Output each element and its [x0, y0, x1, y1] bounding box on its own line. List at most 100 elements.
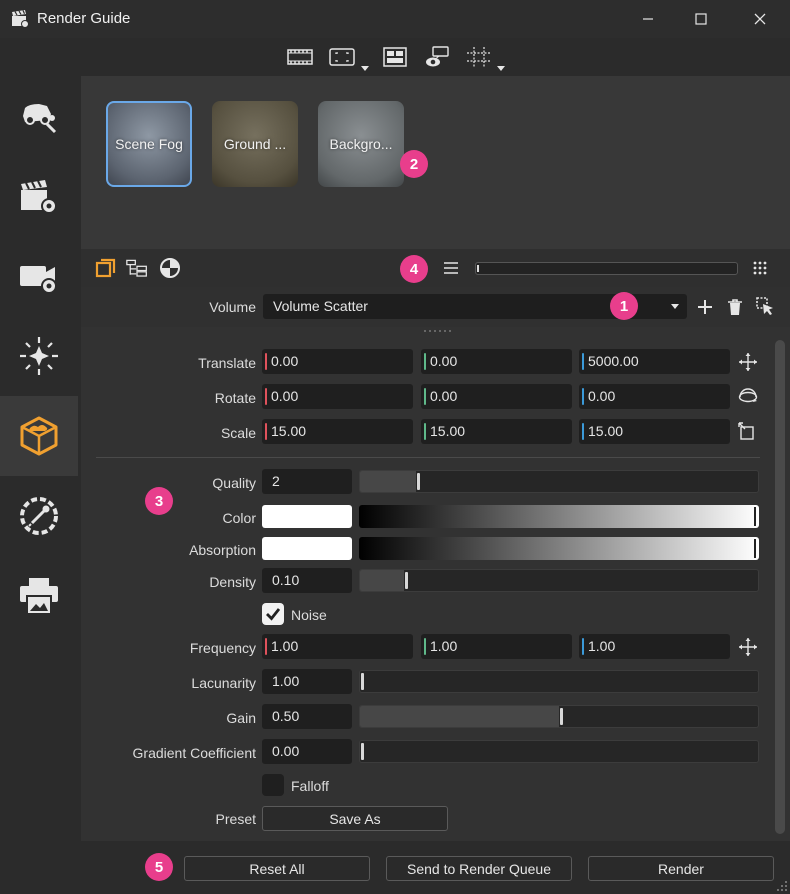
translate-y-field[interactable]: 0.00: [421, 349, 572, 374]
falloff-checkbox[interactable]: [262, 774, 284, 796]
grid-view-button[interactable]: [749, 257, 771, 279]
slider-handle[interactable]: [754, 507, 756, 526]
quality-slider[interactable]: [359, 470, 759, 493]
send-to-render-queue-button[interactable]: Send to Render Queue: [386, 856, 572, 881]
absorption-gradient-slider[interactable]: [359, 537, 759, 560]
gain-label: Gain: [226, 710, 256, 726]
move-arrows-icon: [739, 638, 757, 656]
maximize-button[interactable]: [678, 4, 724, 34]
density-slider[interactable]: [359, 569, 759, 592]
lacunarity-slider[interactable]: [359, 670, 759, 693]
annotation-badge-2: 2: [400, 150, 428, 178]
gain-slider[interactable]: [359, 705, 759, 728]
translate-z-field[interactable]: 5000.00: [579, 349, 730, 374]
annotation-badge-5: 5: [145, 853, 173, 881]
thumbnail-scene-fog[interactable]: Scene Fog: [106, 101, 192, 187]
frame-dropdown-caret-icon[interactable]: [361, 66, 369, 71]
frequency-y-value: 1.00: [430, 638, 458, 654]
pick-volume-button[interactable]: [754, 295, 776, 317]
slider-handle[interactable]: [361, 743, 364, 760]
y-axis-marker: [424, 638, 426, 655]
translate-x-field[interactable]: 0.00: [262, 349, 413, 374]
lacunarity-field[interactable]: 1.00: [262, 669, 352, 694]
minimize-button[interactable]: [625, 4, 671, 34]
sidebar-item-print[interactable]: [0, 556, 78, 636]
grid-dropdown-caret-icon[interactable]: [497, 66, 505, 71]
scale-x-field[interactable]: 15.00: [262, 419, 413, 444]
add-volume-button[interactable]: [694, 296, 716, 318]
frequency-x-value: 1.00: [271, 638, 299, 654]
sidebar-item-scene-tools[interactable]: [0, 76, 78, 156]
camera-view-button[interactable]: [424, 46, 450, 68]
film-icon: [287, 49, 313, 65]
density-field[interactable]: 0.10: [262, 568, 352, 593]
frequency-gizmo-button[interactable]: [737, 636, 759, 658]
render-button[interactable]: Render: [588, 856, 774, 881]
resize-grip-icon[interactable]: [776, 880, 788, 892]
quality-field[interactable]: 2: [262, 469, 352, 494]
translate-label: Translate: [198, 355, 256, 371]
scale-x-value: 15.00: [271, 423, 307, 439]
trash-icon: [728, 299, 742, 315]
sidebar-item-light[interactable]: [0, 316, 78, 396]
rotate-z-field[interactable]: 0.00: [579, 384, 730, 409]
slider-handle[interactable]: [560, 708, 563, 725]
noise-checkbox[interactable]: [262, 603, 284, 625]
delete-volume-button[interactable]: [724, 296, 746, 318]
scale-z-field[interactable]: 15.00: [579, 419, 730, 444]
tab-hierarchy[interactable]: [126, 257, 148, 279]
thumbnail-size-slider[interactable]: [475, 262, 738, 275]
list-menu-button[interactable]: [440, 257, 462, 279]
thumbnail-background[interactable]: Backgro...: [318, 101, 404, 187]
absorption-swatch[interactable]: [262, 537, 352, 560]
translate-gizmo-button[interactable]: [737, 351, 759, 373]
color-swatch[interactable]: [262, 505, 352, 528]
x-axis-marker: [265, 423, 267, 440]
drag-grip-icon[interactable]: [422, 329, 452, 333]
sidebar-item-dropper[interactable]: [0, 476, 78, 556]
gain-field[interactable]: 0.50: [262, 704, 352, 729]
frequency-y-field[interactable]: 1.00: [421, 634, 572, 659]
thumbnail-ground[interactable]: Ground ...: [212, 101, 298, 187]
gradient-coefficient-slider[interactable]: [359, 740, 759, 763]
frame-view-button[interactable]: [329, 46, 355, 68]
tab-properties[interactable]: [95, 257, 117, 279]
slider-handle[interactable]: [754, 539, 756, 558]
preset-label: Preset: [215, 811, 256, 827]
y-axis-marker: [424, 353, 426, 370]
rotate-x-field[interactable]: 0.00: [262, 384, 413, 409]
save-as-button[interactable]: Save As: [262, 806, 448, 831]
x-axis-marker: [265, 638, 267, 655]
annotation-badge-1: 1: [610, 292, 638, 320]
rotate-y-field[interactable]: 0.00: [421, 384, 572, 409]
slider-handle[interactable]: [361, 673, 364, 690]
sidebar-item-volume[interactable]: [0, 396, 78, 476]
frame-icon: [329, 48, 355, 66]
frequency-z-field[interactable]: 1.00: [579, 634, 730, 659]
slider-handle[interactable]: [416, 473, 420, 490]
scale-gizmo-button[interactable]: [737, 421, 759, 443]
window-title: Render Guide: [37, 10, 131, 27]
rotate-z-value: 0.00: [588, 388, 616, 404]
slider-handle[interactable]: [404, 572, 408, 589]
move-arrows-icon: [739, 353, 757, 371]
layout-button[interactable]: [382, 46, 408, 68]
slider-handle[interactable]: [477, 265, 479, 272]
noise-label: Noise: [291, 607, 327, 623]
grid-button[interactable]: [466, 46, 492, 68]
tab-materials[interactable]: [159, 257, 181, 279]
panel-scrollbar[interactable]: [775, 340, 785, 834]
color-gradient-slider[interactable]: [359, 505, 759, 528]
sidebar-item-camera-settings[interactable]: [0, 236, 78, 316]
scale-y-field[interactable]: 15.00: [421, 419, 572, 444]
reset-all-button[interactable]: Reset All: [184, 856, 370, 881]
close-button[interactable]: [737, 4, 783, 34]
gradient-coefficient-field[interactable]: 0.00: [262, 739, 352, 764]
film-view-button[interactable]: [287, 46, 313, 68]
properties-tab-icon: [95, 258, 116, 278]
sidebar-item-clapboard-settings[interactable]: [0, 156, 78, 236]
z-axis-marker: [582, 423, 584, 440]
rotate-gizmo-button[interactable]: [737, 386, 759, 408]
frequency-x-field[interactable]: 1.00: [262, 634, 413, 659]
rotate-label: Rotate: [214, 390, 256, 406]
